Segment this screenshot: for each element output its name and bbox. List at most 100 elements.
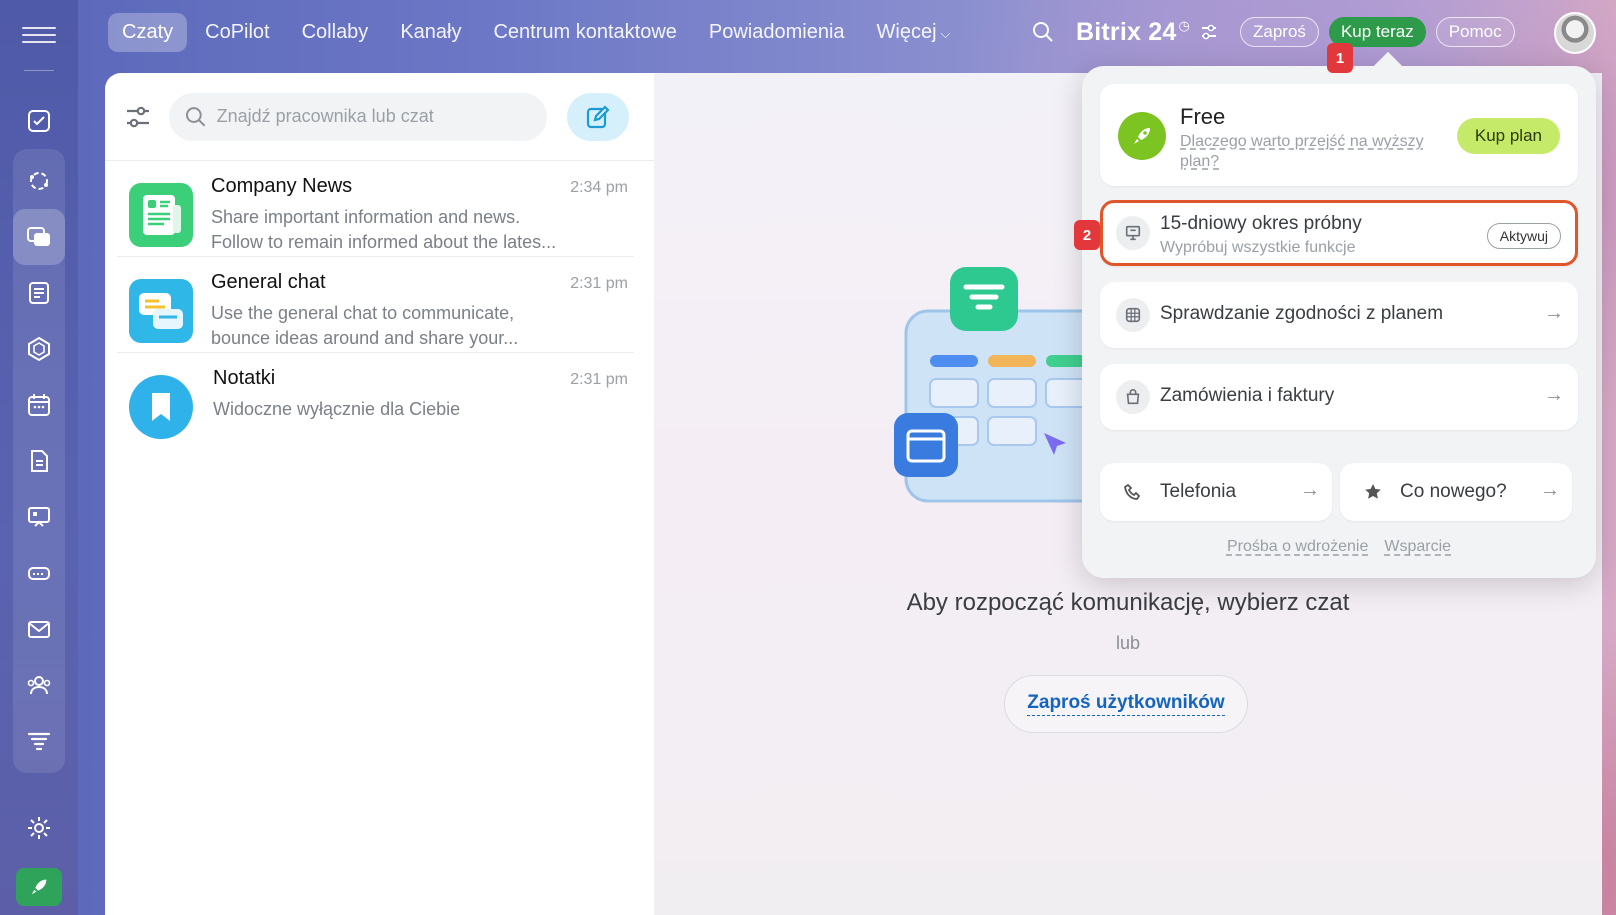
brand-logo: Bitrix 24 ◷ xyxy=(1076,18,1190,47)
telephony-row[interactable]: Telefonia → xyxy=(1100,463,1332,521)
trial-title: 15-dniowy okres próbny xyxy=(1160,213,1362,234)
empty-state-title: Aby rozpocząć komunikację, wybierz czat xyxy=(906,589,1350,616)
chat-name: Company News xyxy=(211,175,353,197)
brand-name: Bitrix 24 xyxy=(1076,17,1177,46)
search-input[interactable] xyxy=(216,106,531,127)
plan-popup: Free Dlaczego warto przejść na wyższy pl… xyxy=(1082,51,1596,578)
trial-card[interactable]: 15-dniowy okres próbny Wypróbuj wszystki… xyxy=(1100,200,1578,266)
phone-icon xyxy=(1116,475,1150,509)
chat-time: 2:31 pm xyxy=(570,371,628,388)
presentation-icon xyxy=(1116,216,1150,250)
tab-kanaly[interactable]: Kanały xyxy=(386,13,475,52)
calendar-icon[interactable] xyxy=(13,377,65,433)
new-chat-button[interactable] xyxy=(567,92,629,141)
edit-icon xyxy=(586,104,610,128)
clock-icon: ◷ xyxy=(1178,18,1191,34)
arrow-right-icon: → xyxy=(1544,384,1564,406)
tasks-icon[interactable] xyxy=(13,93,65,149)
settings-icon[interactable] xyxy=(13,800,65,856)
popup-arrow xyxy=(1373,51,1403,81)
activate-button[interactable]: Aktywuj xyxy=(1486,223,1561,249)
search-icon xyxy=(185,106,206,127)
chat-preview: Share important information and news. Fo… xyxy=(211,205,591,255)
filter-icon[interactable] xyxy=(123,102,153,132)
chat-item-company-news[interactable]: Company News 2:34 pm Share important inf… xyxy=(117,161,634,257)
chat-preview-line: Follow to remain informed about the late… xyxy=(211,232,557,252)
messenger-icon[interactable] xyxy=(13,209,65,265)
help-button[interactable]: Pomoc xyxy=(1435,17,1515,47)
sliders-icon[interactable] xyxy=(1200,23,1218,41)
chat-preview-line: bounce ideas around and share your... xyxy=(211,328,519,348)
rail-divider xyxy=(24,70,54,71)
plan-compliance-label: Sprawdzanie zgodności z planem xyxy=(1160,303,1444,324)
popup-links: Prośba o wdrożenie Wsparcie xyxy=(1082,538,1596,556)
whats-new-label: Co nowego? xyxy=(1400,481,1507,502)
hexagon-icon[interactable] xyxy=(13,321,65,377)
chat-item-general-chat[interactable]: General chat 2:31 pm Use the general cha… xyxy=(117,257,634,353)
step-badge-2: 2 xyxy=(1074,220,1100,250)
calendar-illustration xyxy=(894,267,1108,503)
employees-icon[interactable] xyxy=(13,657,65,713)
news-icon xyxy=(129,183,193,247)
step-badge-1: 1 xyxy=(1327,43,1353,73)
orders-invoices-label: Zamówienia i faktury xyxy=(1160,385,1335,406)
star-icon xyxy=(1356,475,1390,509)
chat-preview-line: Share important information and news. xyxy=(211,207,521,227)
orders-invoices-row[interactable]: Zamówienia i faktury → xyxy=(1100,364,1578,430)
rocket-icon[interactable] xyxy=(16,868,62,906)
tab-czaty[interactable]: Czaty xyxy=(108,12,188,52)
empty-state-or: lub xyxy=(1115,633,1141,653)
tab-collaby[interactable]: Collaby xyxy=(288,13,383,52)
feed-icon[interactable] xyxy=(13,265,65,321)
bookmark-icon xyxy=(129,375,193,439)
invite-users-button[interactable]: Zaproś użytkowników xyxy=(1004,675,1248,733)
trial-subtitle: Wypróbuj wszystkie funkcje xyxy=(1160,239,1356,256)
tab-more[interactable]: Więcej ⌵ xyxy=(863,13,965,52)
search-box xyxy=(169,92,547,141)
chat-list-header xyxy=(105,73,654,161)
mail-icon[interactable] xyxy=(13,601,65,657)
support-link[interactable]: Wsparcie xyxy=(1384,538,1451,556)
invite-users-label: Zaproś użytkowników xyxy=(1027,692,1225,716)
chat-item-notatki[interactable]: Notatki 2:31 pm Widoczne wyłącznie dla C… xyxy=(117,353,634,449)
search-icon[interactable] xyxy=(1030,19,1056,45)
tab-contact-center[interactable]: Centrum kontaktowe xyxy=(479,13,690,52)
invite-button[interactable]: Zaproś xyxy=(1240,17,1319,47)
drive-icon[interactable] xyxy=(13,545,65,601)
plan-upgrade-link[interactable]: Dlaczego warto przejść na wyższy plan? xyxy=(1180,132,1430,172)
presentation-icon[interactable] xyxy=(13,489,65,545)
chevron-down-icon: ⌵ xyxy=(940,25,951,41)
buy-plan-button[interactable]: Kup plan xyxy=(1456,118,1560,154)
chat-name: Notatki xyxy=(213,367,276,389)
hamburger-menu-icon[interactable] xyxy=(22,18,56,52)
chat-time: 2:31 pm xyxy=(570,275,628,292)
tab-more-label: Więcej xyxy=(876,20,937,43)
whats-new-row[interactable]: Co nowego? → xyxy=(1340,463,1572,521)
chat-list-panel: Company News 2:34 pm Share important inf… xyxy=(105,73,654,915)
rail-active-group xyxy=(13,149,65,773)
arrow-right-icon: → xyxy=(1540,479,1560,501)
chat-preview: Use the general chat to communicate, bou… xyxy=(211,301,591,351)
plan-compliance-row[interactable]: Sprawdzanie zgodności z planem → xyxy=(1100,282,1578,348)
implementation-request-link[interactable]: Prośba o wdrożenie xyxy=(1227,538,1368,556)
document-icon[interactable] xyxy=(13,433,65,489)
tab-notifications[interactable]: Powiadomienia xyxy=(695,13,859,52)
crm-icon[interactable] xyxy=(13,153,65,209)
top-nav: Czaty CoPilot Collaby Kanały Centrum kon… xyxy=(108,10,968,54)
automation-icon[interactable] xyxy=(13,713,65,769)
grid-icon xyxy=(1116,298,1150,332)
arrow-right-icon: → xyxy=(1300,479,1320,501)
chat-name: General chat xyxy=(211,271,326,293)
top-right-bar: Bitrix 24 ◷ Zaproś Kup teraz Pomoc xyxy=(1030,14,1515,50)
shopping-bag-icon xyxy=(1116,380,1150,414)
chat-time: 2:34 pm xyxy=(570,179,628,196)
chat-preview: Widoczne wyłącznie dla Ciebie xyxy=(213,397,593,422)
avatar[interactable] xyxy=(1554,12,1596,54)
tab-copilot[interactable]: CoPilot xyxy=(191,13,283,52)
telephony-label: Telefonia xyxy=(1160,481,1237,502)
rocket-icon xyxy=(1118,112,1166,160)
chat-preview-line: Widoczne wyłącznie dla Ciebie xyxy=(213,399,461,419)
chat-bubbles-icon xyxy=(129,279,193,343)
arrow-right-icon: → xyxy=(1544,302,1564,324)
chat-preview-line: Use the general chat to communicate, xyxy=(211,303,515,323)
